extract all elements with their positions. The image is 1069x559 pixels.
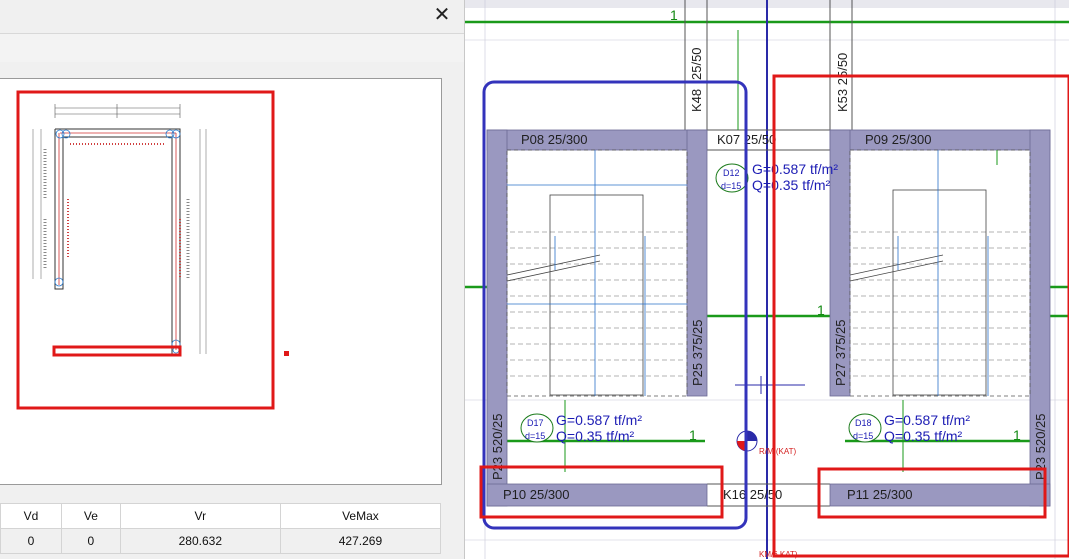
- label-d17-dead-load: G=0.587 tf/m²: [556, 412, 642, 428]
- label-d12-dead-load: G=0.587 tf/m²: [752, 161, 838, 177]
- cell-ve[interactable]: 0: [61, 528, 121, 554]
- label-d17-thickness: d=15: [525, 431, 545, 441]
- label-p10[interactable]: P10 25/300: [503, 487, 570, 502]
- label-p08[interactable]: P08 25/300: [521, 132, 588, 147]
- label-p27[interactable]: P27 375/25: [833, 319, 848, 386]
- shear-results-table: Vd Ve Vr VeMax 0 0 280.632 427.269: [0, 503, 442, 554]
- cell-vd[interactable]: 0: [0, 528, 63, 554]
- wall-p09: [829, 129, 1051, 151]
- label-d12-thickness: d=15: [721, 181, 741, 191]
- label-p09[interactable]: P09 25/300: [865, 132, 932, 147]
- column-section-drawing: [16, 90, 289, 410]
- column-header-vd[interactable]: Vd: [0, 503, 63, 529]
- floor-plan-drawing: P08 25/300 P09 25/300 P10 25/300 P11 25/…: [465, 0, 1069, 559]
- label-k48-size: 25/50: [689, 47, 704, 80]
- label-p23-left[interactable]: P23 520/25: [490, 413, 505, 480]
- label-p11[interactable]: P11 25/300: [847, 487, 913, 502]
- cell-vr[interactable]: 280.632: [119, 528, 281, 554]
- axis-label-1-left: 1: [689, 427, 697, 443]
- column-header-ve[interactable]: Ve: [61, 503, 121, 529]
- close-button[interactable]: ✕: [428, 2, 456, 26]
- column-header-vemax[interactable]: VeMax: [279, 503, 442, 529]
- dialog-header-strip: [0, 33, 464, 62]
- cad-drawing-viewport[interactable]: P08 25/300 P09 25/300 P10 25/300 P11 25/…: [465, 0, 1069, 559]
- label-d12[interactable]: D12: [723, 168, 740, 178]
- label-d17[interactable]: D17: [527, 418, 544, 428]
- reference-marker-label: R/M (KAT): [759, 447, 797, 456]
- label-d12-live-load: Q=0.35 tf/m²: [752, 177, 831, 193]
- label-d18-thickness: d=15: [853, 431, 873, 441]
- table-row[interactable]: 0 0 280.632 427.269: [0, 528, 442, 554]
- cell-vemax[interactable]: 427.269: [279, 528, 442, 554]
- label-d18-live-load: Q=0.35 tf/m²: [884, 428, 963, 444]
- section-preview-dialog: ✕ Vd Ve Vr VeMax 0 0 280.632 427.269: [0, 0, 465, 559]
- axis-label-1-middle: 1: [817, 302, 825, 318]
- axis-label-1-top: 1: [670, 7, 678, 23]
- label-p25[interactable]: P25 375/25: [690, 319, 705, 386]
- table-scrollbar[interactable]: [441, 503, 461, 559]
- label-d18[interactable]: D18: [855, 418, 872, 428]
- label-k53[interactable]: K53 25/50: [835, 53, 850, 112]
- label-d17-live-load: Q=0.35 tf/m²: [556, 428, 635, 444]
- wall-p08: [486, 129, 708, 151]
- label-k48[interactable]: K48: [689, 89, 704, 112]
- label-d18-dead-load: G=0.587 tf/m²: [884, 412, 970, 428]
- axis-label-1-right: 1: [1013, 427, 1021, 443]
- column-section-preview: [0, 78, 442, 485]
- table-header-row: Vd Ve Vr VeMax: [0, 503, 442, 529]
- column-header-vr[interactable]: Vr: [119, 503, 281, 529]
